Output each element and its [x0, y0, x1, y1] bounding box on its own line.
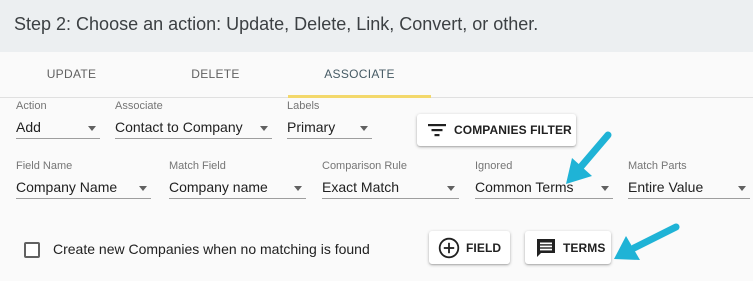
field-button-label: FIELD: [466, 240, 502, 255]
filter-list-icon: [427, 120, 447, 140]
match-field-value: Company name: [169, 179, 268, 195]
match-field-label: Match Field: [169, 160, 226, 172]
field-name-label: Field Name: [16, 160, 73, 172]
comparison-rule-select[interactable]: Exact Match: [322, 174, 459, 199]
companies-filter-button[interactable]: COMPANIES FILTER: [417, 114, 576, 146]
labels-field: Labels Primary: [287, 100, 372, 140]
action-label: Action: [16, 100, 47, 112]
chevron-down-icon: [360, 126, 368, 131]
action-select[interactable]: Add: [16, 114, 100, 139]
action-field: Action Add: [16, 100, 100, 140]
add-circle-icon: [438, 237, 460, 259]
annotation-arrow-icon: [566, 131, 612, 184]
labels-value: Primary: [287, 119, 336, 135]
create-companies-label: Create new Companies when no matching is…: [53, 241, 370, 257]
tab-delete[interactable]: DELETE: [143, 52, 288, 98]
comparison-rule-field: Comparison Rule Exact Match: [322, 160, 459, 200]
chevron-down-icon: [447, 186, 455, 191]
associate-value: Contact to Company: [115, 119, 243, 135]
match-parts-field: Match Parts Entire Value: [628, 160, 750, 200]
associate-field: Associate Contact to Company: [115, 100, 272, 140]
match-field-select[interactable]: Company name: [169, 174, 306, 199]
ignored-label: Ignored: [475, 160, 513, 172]
create-companies-checkbox[interactable]: [24, 242, 40, 258]
comment-icon: [535, 237, 557, 259]
match-parts-select[interactable]: Entire Value: [628, 174, 750, 199]
chevron-down-icon: [738, 186, 746, 191]
associate-select[interactable]: Contact to Company: [115, 114, 272, 139]
ignored-value: Common Terms: [475, 179, 574, 195]
field-name-field: Field Name Company Name: [16, 160, 151, 200]
action-tabs: UPDATE DELETE ASSOCIATE: [0, 52, 753, 98]
chevron-down-icon: [294, 186, 302, 191]
active-tab-indicator: [288, 95, 431, 98]
action-value: Add: [16, 119, 41, 135]
associate-label: Associate: [115, 100, 163, 112]
terms-button-label: TERMS: [563, 240, 606, 255]
step-title: Step 2: Choose an action: Update, Delete…: [14, 14, 539, 34]
tab-associate[interactable]: ASSOCIATE: [288, 52, 431, 98]
step-header: Step 2: Choose an action: Update, Delete…: [0, 0, 753, 52]
field-name-value: Company Name: [16, 179, 118, 195]
chevron-down-icon: [139, 186, 147, 191]
field-name-select[interactable]: Company Name: [16, 174, 151, 199]
match-parts-label: Match Parts: [628, 160, 687, 172]
labels-label: Labels: [287, 100, 320, 112]
tab-update[interactable]: UPDATE: [0, 52, 143, 98]
comparison-rule-label: Comparison Rule: [322, 160, 407, 172]
chevron-down-icon: [260, 126, 268, 131]
labels-select[interactable]: Primary: [287, 114, 372, 139]
terms-button[interactable]: TERMS: [525, 231, 611, 264]
chevron-down-icon: [88, 126, 96, 131]
annotation-arrow-icon: [614, 223, 680, 260]
companies-filter-label: COMPANIES FILTER: [454, 123, 572, 137]
match-parts-value: Entire Value: [628, 179, 704, 195]
action-panel: UPDATE DELETE ASSOCIATE Action Add Assoc…: [0, 52, 753, 281]
match-field-field: Match Field Company name: [169, 160, 306, 200]
comparison-rule-value: Exact Match: [322, 179, 400, 195]
add-field-button[interactable]: FIELD: [429, 231, 510, 264]
